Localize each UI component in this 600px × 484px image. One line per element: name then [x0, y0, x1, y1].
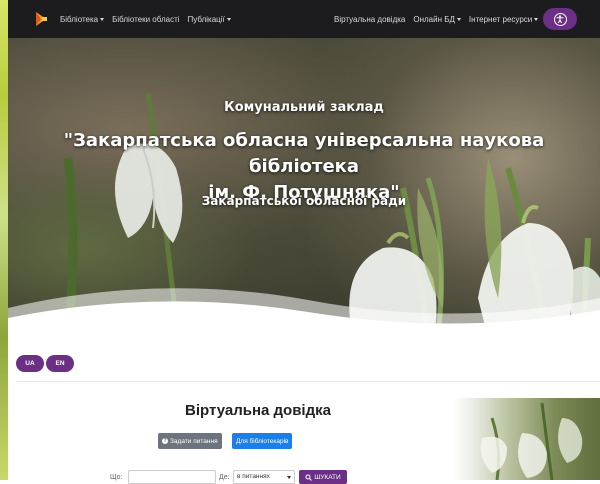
nav-item-library-label: Бібліотека: [60, 14, 99, 24]
accessibility-button[interactable]: [543, 8, 577, 30]
nav-item-library[interactable]: Бібліотека: [60, 14, 105, 24]
library-logo-icon[interactable]: [34, 11, 48, 27]
nav-right-menu: Віртуальна довідка Онлайн БД Інтернет ре…: [334, 0, 539, 38]
chevron-down-icon: [534, 17, 539, 21]
accessibility-icon: [553, 12, 567, 26]
hero-subtitle-2: Закарпатської обласної ради: [201, 194, 407, 208]
chevron-down-icon: [100, 17, 105, 21]
for-librarians-button[interactable]: Для бібліотекарів: [232, 433, 293, 449]
search-where-select[interactable]: в питаннях: [233, 470, 295, 484]
search-button-label: ШУКАТИ: [314, 473, 341, 481]
nav-item-internet-resources-label: Інтернет ресурси: [468, 14, 533, 24]
nav-item-online-db[interactable]: Онлайн БД: [413, 15, 461, 24]
side-snowdrop-image: [452, 398, 600, 480]
chevron-down-icon: [287, 476, 291, 479]
search-what-input[interactable]: [128, 470, 216, 484]
ask-question-label: Задати питання: [170, 437, 218, 445]
hero-wave-divider: [8, 288, 600, 338]
chevron-down-icon: [456, 17, 461, 21]
nav-item-publications-label: Публікації: [187, 14, 225, 24]
language-ua-button[interactable]: UA: [16, 355, 44, 372]
language-en-button[interactable]: EN: [46, 355, 74, 372]
hero-title-line1: "Закарпатська обласна універсальна науко…: [63, 130, 545, 177]
nav-item-internet-resources[interactable]: Інтернет ресурси: [468, 14, 539, 24]
virtual-reference-title: Віртуальна довідка: [185, 402, 331, 419]
ask-question-button[interactable]: ? Задати питання: [158, 433, 222, 449]
hero-banner: Комунальний заклад "Закарпатська обласна…: [8, 38, 600, 338]
nav-item-regional-libraries-label: Бібліотеки області: [112, 14, 180, 24]
search-icon: [305, 474, 313, 481]
left-decorative-strip: [0, 0, 8, 480]
search-button[interactable]: ШУКАТИ: [299, 470, 347, 484]
question-circle-icon: ?: [162, 438, 168, 444]
top-navbar: Бібліотека Бібліотеки області Публікації…: [8, 0, 600, 38]
hero-subtitle: Комунальний заклад: [224, 100, 384, 115]
language-ua-label: UA: [25, 360, 35, 367]
search-where-selected: в питаннях: [237, 473, 270, 480]
nav-item-virtual-reference-label: Віртуальна довідка: [334, 14, 406, 24]
chevron-down-icon: [226, 17, 231, 21]
nav-item-virtual-reference[interactable]: Віртуальна довідка: [334, 15, 405, 24]
nav-left-menu: Бібліотека Бібліотеки області Публікації: [60, 0, 231, 38]
language-en-label: EN: [55, 360, 65, 367]
nav-item-publications[interactable]: Публікації: [188, 15, 231, 24]
nav-item-regional-libraries[interactable]: Бібліотеки області: [112, 15, 179, 24]
for-librarians-label: Для бібліотекарів: [236, 437, 289, 445]
section-divider: [16, 381, 600, 382]
nav-item-online-db-label: Онлайн БД: [413, 14, 455, 24]
